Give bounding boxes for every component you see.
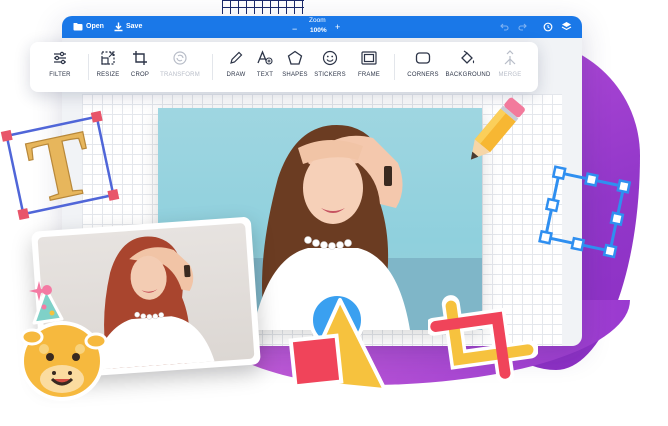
download-icon [114, 22, 123, 32]
tool-frame-label: FRAME [358, 72, 380, 78]
rounded-rect-icon [415, 52, 431, 64]
sparkle-decoration [29, 281, 49, 301]
undo-icon[interactable] [500, 23, 509, 31]
folder-icon [73, 23, 83, 31]
paint-bucket-icon [461, 50, 475, 64]
tool-merge[interactable]: MERGE [486, 50, 534, 78]
zoom-value: 100% [310, 27, 327, 34]
history-icon[interactable] [543, 22, 553, 32]
decorative-grid [222, 0, 304, 14]
tool-merge-label: MERGE [498, 72, 522, 78]
tool-filter[interactable]: FILTER [36, 50, 84, 78]
zoom-label: Zoom [309, 17, 326, 24]
layers-icon[interactable] [561, 21, 572, 32]
tool-corners[interactable]: CORNERS [399, 50, 447, 78]
svg-text:T: T [20, 110, 101, 223]
resize-icon [101, 51, 115, 65]
pentagon-icon [287, 50, 303, 65]
text-sticker[interactable]: T [0, 105, 125, 225]
tool-background-label: BACKGROUND [445, 72, 491, 78]
tool-transform[interactable]: TRANSFORM [156, 50, 204, 78]
tool-background[interactable]: BACKGROUND [444, 50, 492, 78]
save-label: Save [126, 23, 143, 30]
redo-icon[interactable] [518, 23, 527, 31]
zoom-in-button[interactable]: + [335, 22, 340, 32]
shapes-sticker [288, 292, 387, 392]
pencil-sticker [470, 97, 525, 160]
tool-transform-label: TRANSFORM [160, 72, 200, 78]
crop-icon [133, 51, 147, 65]
open-label: Open [86, 23, 104, 30]
divider [394, 54, 395, 80]
zoom-out-button[interactable]: − [292, 24, 297, 34]
crop-sticker [428, 295, 538, 384]
tool-filter-label: FILTER [49, 72, 71, 78]
merge-icon [504, 50, 516, 65]
smiley-icon [322, 50, 338, 66]
transform-icon [173, 51, 187, 65]
sliders-icon [54, 51, 66, 65]
tool-panel: FILTER RESIZE CROP TRANSFORM DRAW TEXT S… [30, 42, 538, 92]
frame-icon [361, 51, 377, 65]
tool-frame[interactable]: FRAME [345, 50, 393, 78]
top-bar: Open Save − Zoom 100% + [62, 16, 582, 38]
tool-corners-label: CORNERS [407, 72, 439, 78]
selection-box-sticker [538, 165, 632, 259]
